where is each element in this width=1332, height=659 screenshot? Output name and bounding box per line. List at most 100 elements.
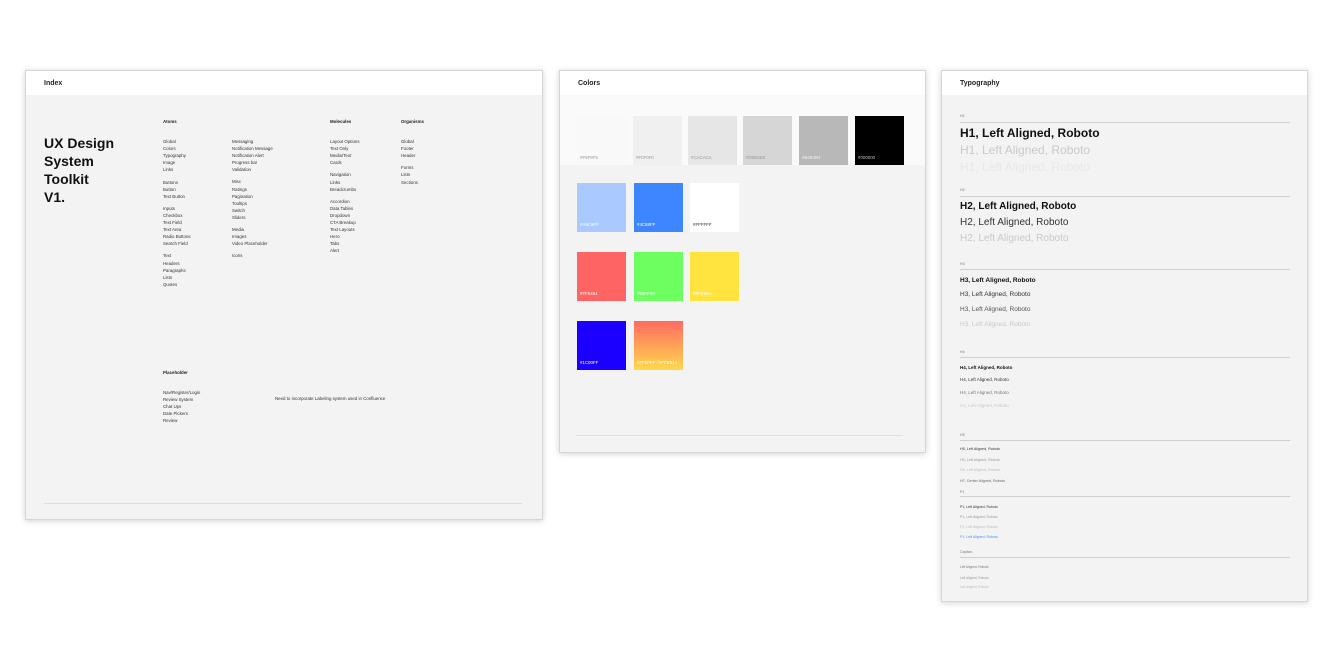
type-sample: H5, Left Aligned, Roboto [960,447,1000,451]
index-link[interactable]: Accordion [330,198,360,205]
molecules-column: Molecules Layout Options Text Only Media/T… [330,118,360,255]
swatch-hex-label: #FF5FFF / #FFE642 [637,360,678,365]
index-artboard[interactable]: Index UX Design System Toolkit V1. Atoms… [25,70,543,520]
index-link[interactable]: Footer [401,145,424,152]
type-sample: P1, Left Aligned, Roboto [960,525,998,529]
index-link[interactable]: Tabs [330,240,360,247]
type-style-tag: H4 [960,350,965,354]
index-link[interactable]: Text [163,252,191,259]
index-link[interactable]: Video Placeholder [232,240,273,247]
index-link[interactable]: Switch [232,207,273,214]
type-style-tag: P1 [960,490,965,494]
color-swatch[interactable]: #CACACA [688,116,737,165]
index-link[interactable]: Search Field [163,240,191,247]
index-link[interactable]: Lists [163,274,191,281]
index-link[interactable]: Header [401,152,424,159]
color-swatch[interactable]: #69FF69 [634,252,683,301]
index-link[interactable]: Tooltips [232,200,273,207]
index-link[interactable]: Messaging [232,138,273,145]
color-swatch[interactable]: #FF5FFF / #FFE642 [634,321,683,370]
index-link[interactable]: Global [401,138,424,145]
index-link[interactable]: Validation [232,166,273,173]
index-link[interactable]: Dropdown [330,212,360,219]
index-link[interactable]: Radio Buttons [163,233,191,240]
index-link[interactable]: CTA Breakup [330,219,360,226]
index-link[interactable]: Date Pickers [163,410,200,417]
color-swatch[interactable]: #000000 [855,116,904,165]
type-sample: H2, Left Aligned, Roboto [960,201,1077,212]
placeholder-heading: Placeholder [163,370,188,375]
index-link[interactable]: Review System [163,396,200,403]
swatch-hex-label: #1C00FF [580,360,599,365]
index-link[interactable]: Data Tables [330,205,360,212]
index-link[interactable]: Misc [232,178,273,185]
index-link[interactable]: Text Only [330,145,360,152]
swatch-hex-label: #FF6464 [580,291,598,296]
index-link[interactable]: Text Area [163,226,191,233]
index-link[interactable]: Links [163,166,191,173]
index-link[interactable]: Button [163,186,191,193]
index-link[interactable]: Text Layouts [330,226,360,233]
index-link[interactable]: Nav/Register/Login [163,389,200,396]
color-swatch[interactable]: #FFFFFF [690,183,739,232]
colors-board-title: Colors [560,71,925,95]
type-sample: H4, Left Aligned, Roboto [960,377,1009,382]
index-link[interactable]: Global [163,138,191,145]
index-link[interactable]: Chat Ups [163,403,200,410]
index-link[interactable]: Forms [401,164,424,171]
index-link[interactable]: Alert [330,247,360,254]
index-link[interactable]: Sections [401,179,424,186]
index-link[interactable]: Cards [330,159,360,166]
index-link[interactable]: Text Field [163,219,191,226]
type-divider [960,196,1290,197]
index-link[interactable]: Images [232,233,273,240]
index-link[interactable]: Links [330,179,360,186]
index-link[interactable]: Inputs [163,205,191,212]
type-sample: P1, Left Aligned, Roboto [960,515,998,519]
index-link[interactable]: Hero [330,233,360,240]
index-link[interactable]: Sliders [232,214,273,221]
index-link[interactable]: Image [163,159,191,166]
index-link[interactable]: Media/Text [330,152,360,159]
swatch-hex-label: #69FF69 [637,291,655,296]
index-link[interactable]: Typography [163,152,191,159]
type-sample: H1, Left Aligned, Roboto [960,143,1091,157]
index-link[interactable]: Paragraphs [163,267,191,274]
color-swatch[interactable]: #FFE55A [690,252,739,301]
index-link[interactable]: Ratings [232,186,273,193]
index-link[interactable]: Layout Options [330,138,360,145]
index-link[interactable]: Text Button [163,193,191,200]
index-link[interactable]: Checkbox [163,212,191,219]
index-link[interactable]: Lists [401,171,424,178]
color-swatch[interactable]: #FF6464 [577,252,626,301]
index-link[interactable]: Notification Message [232,145,273,152]
index-link[interactable]: Review [163,417,200,424]
index-link[interactable]: Icons [232,252,273,259]
index-link[interactable]: Quotes [163,281,191,288]
index-divider [44,503,522,504]
toolkit-title-line: V1. [44,189,66,205]
index-link[interactable]: Media [232,226,273,233]
index-link[interactable]: Progress bar [232,159,273,166]
color-swatch[interactable]: #F9F9F9 [577,116,626,165]
index-link[interactable]: Pagination [232,193,273,200]
type-divider [960,557,1290,558]
color-swatch[interactable]: #F0F0F0 [633,116,682,165]
index-link[interactable]: Colors [163,145,191,152]
type-divider [960,496,1290,497]
color-swatch[interactable]: #B4B4B4 [799,116,848,165]
color-swatch[interactable]: #4C88FF [634,183,683,232]
typography-artboard[interactable]: Typography H1 H1, Left Aligned, Roboto H1,… [941,70,1308,602]
color-swatch[interactable]: #1C00FF [577,321,626,370]
toolkit-title: UX Design System Toolkit V1. [44,134,144,206]
index-link[interactable]: Breadcrumbs [330,186,360,193]
index-link[interactable]: Navigation [330,171,360,178]
color-swatch[interactable]: #D6D6D6 [743,116,792,165]
swatch-hex-label: #FFFFFF [693,222,712,227]
index-link[interactable]: Buttons [163,179,191,186]
index-link[interactable]: Headers [163,260,191,267]
colors-artboard[interactable]: Colors #F9F9F9 #F0F0F0 #CACACA #D6D6D6 #B4B4… [559,70,926,453]
color-swatch[interactable]: #A9C9FF [577,183,626,232]
colors-divider [576,435,903,436]
index-link[interactable]: Notification Alert [232,152,273,159]
